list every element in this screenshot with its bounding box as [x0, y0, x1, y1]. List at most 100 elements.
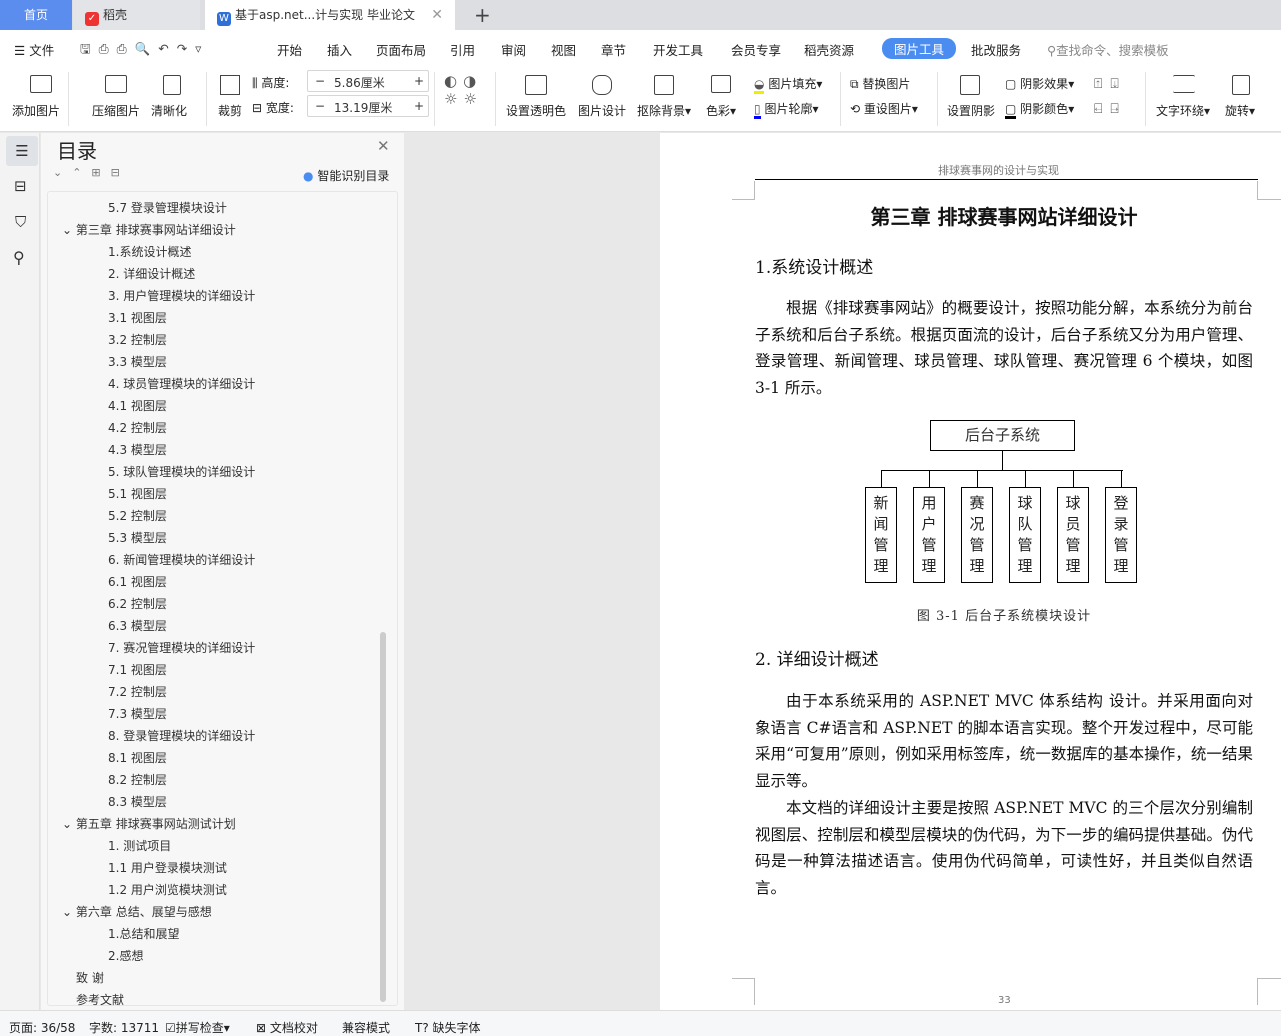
toc-item[interactable]: 1.总结和展望: [108, 925, 179, 942]
toc-item[interactable]: 3.1 视图层: [108, 309, 167, 326]
shadow-nudge-icons[interactable]: ⍐⍗ ⍇⍈: [1094, 72, 1127, 122]
set-transparent-button[interactable]: 设置透明色: [506, 102, 566, 119]
menu-developer[interactable]: 开发工具: [653, 40, 703, 59]
toc-item[interactable]: 2. 详细设计概述: [108, 265, 195, 282]
remove-background-button[interactable]: 抠除背景▾: [637, 102, 691, 119]
rotate-button[interactable]: 旋转▾: [1225, 102, 1255, 119]
missing-font-button[interactable]: T? 缺失字体: [415, 1019, 481, 1036]
chevron-down-icon[interactable]: ⌄: [62, 905, 76, 919]
toc-expand-collapse-buttons[interactable]: ⌄⌃⊞⊟: [53, 166, 130, 179]
reset-picture-button[interactable]: ⟲ 重设图片▾: [850, 100, 918, 117]
toc-item[interactable]: 1.2 用户浏览模块测试: [108, 881, 227, 898]
file-menu[interactable]: ☰ 文件: [14, 40, 54, 59]
menu-view[interactable]: 视图: [551, 40, 576, 59]
chevron-down-icon[interactable]: ⌄: [62, 817, 76, 831]
toc-item[interactable]: ⌄ 第五章 排球赛事网站测试计划: [62, 815, 236, 832]
menu-reference[interactable]: 引用: [450, 40, 475, 59]
toc-item[interactable]: 6. 新闻管理模块的详细设计: [108, 551, 255, 568]
spell-check-button[interactable]: ☑拼写检查▾: [165, 1019, 230, 1036]
height-stepper[interactable]: −5.86厘米 +: [307, 70, 429, 92]
picture-outline-button[interactable]: ▯ 图片轮廓▾: [754, 100, 818, 119]
text-wrap-button[interactable]: 文字环绕▾: [1156, 102, 1210, 119]
word-count[interactable]: 字数: 13711: [89, 1019, 159, 1036]
picture-fill-button[interactable]: ◒ 图片填充▾: [754, 75, 822, 94]
toc-item[interactable]: 8.1 视图层: [108, 749, 167, 766]
toc-item[interactable]: 3.3 模型层: [108, 353, 167, 370]
toc-item[interactable]: 4.2 控制层: [108, 419, 167, 436]
color-button[interactable]: 色彩▾: [706, 102, 736, 119]
add-picture-button[interactable]: 添加图片: [12, 102, 60, 119]
toc-item[interactable]: 3.2 控制层: [108, 331, 167, 348]
smart-toc-button[interactable]: ● 智能识别目录: [303, 167, 389, 184]
menu-chapter[interactable]: 章节: [601, 40, 626, 59]
toc-item[interactable]: 参考文献: [76, 991, 124, 1008]
toc-item[interactable]: 5.3 模型层: [108, 529, 167, 546]
toc-item-label: 8.1 视图层: [108, 751, 167, 765]
toc-item[interactable]: 8.3 模型层: [108, 793, 167, 810]
menu-start[interactable]: 开始: [277, 40, 302, 59]
quick-access-icons[interactable]: 🖫⎙⎙🔍↶↷▿: [80, 40, 209, 61]
tab-document[interactable]: W 基于asp.net...计与实现 毕业论文 ✕: [205, 0, 455, 30]
menu-daoke-resources[interactable]: 稻壳资源: [804, 40, 854, 59]
toc-item[interactable]: 3. 用户管理模块的详细设计: [108, 287, 255, 304]
crop-button[interactable]: 裁剪: [218, 102, 242, 119]
menu-layout[interactable]: 页面布局: [376, 40, 426, 59]
compress-icon: [105, 75, 127, 93]
command-search[interactable]: ⚲查找命令、搜索模板: [1047, 40, 1169, 59]
toc-item[interactable]: 4.3 模型层: [108, 441, 167, 458]
proofread-button[interactable]: ⊠ 文档校对: [256, 1019, 318, 1036]
toc-item[interactable]: 6.1 视图层: [108, 573, 167, 590]
menu-member[interactable]: 会员专享: [731, 40, 781, 59]
toc-icon[interactable]: ☰: [6, 136, 38, 166]
picture-design-button[interactable]: 图片设计: [578, 102, 626, 119]
toc-item[interactable]: 5. 球队管理模块的详细设计: [108, 463, 255, 480]
width-stepper[interactable]: −13.19厘米 +: [307, 95, 429, 117]
toc-item[interactable]: 8. 登录管理模块的详细设计: [108, 727, 255, 744]
shadow-color-button[interactable]: ▢ 阴影颜色▾: [1005, 100, 1074, 119]
toc-item[interactable]: 4.1 视图层: [108, 397, 167, 414]
height-value[interactable]: 5.86厘米: [334, 74, 385, 91]
toc-item[interactable]: 4. 球员管理模块的详细设计: [108, 375, 255, 392]
menu-insert[interactable]: 插入: [327, 40, 352, 59]
close-icon[interactable]: ✕: [377, 137, 390, 155]
page-count[interactable]: 页面: 36/58: [9, 1019, 75, 1036]
shadow-effect-button[interactable]: ▢ 阴影效果▾: [1005, 75, 1074, 92]
toc-item[interactable]: 8.2 控制层: [108, 771, 167, 788]
chevron-down-icon[interactable]: ⌄: [62, 223, 76, 237]
bookmark-icon[interactable]: ⛉: [15, 213, 26, 231]
toc-item[interactable]: 1.1 用户登录模块测试: [108, 859, 227, 876]
toc-item[interactable]: 5.1 视图层: [108, 485, 167, 502]
close-tab-icon[interactable]: ✕: [431, 0, 443, 30]
toc-item[interactable]: 7.2 控制层: [108, 683, 167, 700]
tab-daoke[interactable]: ✓ 稻壳: [73, 0, 200, 30]
toc-scrollbar[interactable]: [380, 632, 386, 1002]
contrast-brightness-icons[interactable]: ◐◑ ☼☼: [444, 72, 483, 108]
menu-correction[interactable]: 批改服务: [971, 40, 1021, 59]
clarity-button[interactable]: 清晰化: [151, 102, 187, 119]
toc-item-label: 6.2 控制层: [108, 597, 167, 611]
compress-picture-button[interactable]: 压缩图片: [92, 102, 140, 119]
menu-review[interactable]: 审阅: [501, 40, 526, 59]
toc-item[interactable]: ⌄ 第六章 总结、展望与感想: [62, 903, 212, 920]
menu-picture-tools[interactable]: 图片工具: [882, 38, 957, 59]
toc-item[interactable]: 1.系统设计概述: [108, 243, 191, 260]
toc-item[interactable]: 2.感想: [108, 947, 143, 964]
width-value[interactable]: 13.19厘米: [334, 99, 392, 116]
toc-item[interactable]: 6.2 控制层: [108, 595, 167, 612]
search-icon[interactable]: ⚲: [13, 248, 25, 267]
toc-item[interactable]: 7. 赛况管理模块的详细设计: [108, 639, 255, 656]
toc-item[interactable]: 5.7 登录管理模块设计: [108, 199, 227, 216]
toc-item[interactable]: ⌄ 第三章 排球赛事网站详细设计: [62, 221, 236, 238]
toc-item[interactable]: 7.1 视图层: [108, 661, 167, 678]
set-shadow-button[interactable]: 设置阴影: [947, 102, 995, 119]
toc-item[interactable]: 7.3 模型层: [108, 705, 167, 722]
new-tab-button[interactable]: +: [462, 0, 491, 30]
toc-item[interactable]: 5.2 控制层: [108, 507, 167, 524]
toc-item[interactable]: 1. 测试项目: [108, 837, 171, 854]
navigation-icon[interactable]: ⊟: [14, 177, 27, 195]
tab-home[interactable]: 首页: [0, 0, 72, 30]
replace-picture-button[interactable]: ⧉ 替换图片: [850, 75, 910, 92]
toc-item[interactable]: 6.3 模型层: [108, 617, 167, 634]
diagram-module-box: 用户管理: [913, 487, 945, 583]
toc-item[interactable]: 致 谢: [76, 969, 104, 986]
